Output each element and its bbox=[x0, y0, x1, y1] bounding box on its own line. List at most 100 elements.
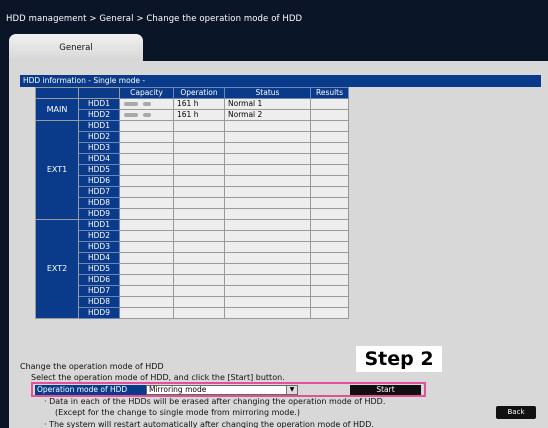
capacity-cell bbox=[119, 230, 174, 242]
results-cell bbox=[310, 98, 349, 110]
status-cell bbox=[224, 241, 311, 253]
table-row: EXT2 HDD1 bbox=[35, 219, 349, 319]
table-row: HDD3 bbox=[36, 142, 349, 154]
table-row: EXT1 HDD1 bbox=[35, 120, 349, 220]
results-cell bbox=[310, 219, 349, 231]
results-cell bbox=[310, 153, 349, 165]
status-cell bbox=[224, 296, 311, 308]
results-cell bbox=[310, 186, 349, 198]
capacity-cell bbox=[119, 186, 174, 198]
header-spacer bbox=[35, 87, 79, 99]
table-row: HDD2 161 h Normal 2 bbox=[36, 109, 349, 121]
table-row: HDD7 bbox=[36, 285, 349, 297]
operation-mode-select[interactable]: Mirroring mode ▼ bbox=[146, 385, 298, 395]
operation-cell bbox=[173, 164, 225, 176]
results-cell bbox=[310, 142, 349, 154]
table-row: HDD9 bbox=[36, 307, 349, 319]
capacity-cell bbox=[119, 175, 174, 187]
table-header-row: Capacity Operation Status Results bbox=[35, 87, 349, 99]
dropdown-arrow-icon: ▼ bbox=[286, 386, 297, 394]
results-cell bbox=[310, 164, 349, 176]
drive-label: HDD6 bbox=[78, 274, 120, 286]
capacity-cell bbox=[119, 153, 174, 165]
operation-cell bbox=[173, 142, 225, 154]
results-cell bbox=[310, 230, 349, 242]
status-cell bbox=[224, 274, 311, 286]
capacity-cell bbox=[119, 307, 174, 319]
drive-label: HDD7 bbox=[78, 186, 120, 198]
capacity-redacted bbox=[124, 112, 138, 117]
drive-label: HDD9 bbox=[78, 208, 120, 220]
results-cell bbox=[310, 175, 349, 187]
status-cell bbox=[224, 164, 311, 176]
results-cell bbox=[310, 241, 349, 253]
note-1: · Data in each of the HDDs will be erase… bbox=[44, 397, 386, 406]
table-row: HDD8 bbox=[36, 197, 349, 209]
capacity-cell bbox=[119, 164, 174, 176]
change-title: Change the operation mode of HDD bbox=[20, 362, 164, 371]
operation-cell bbox=[173, 131, 225, 143]
capacity-cell bbox=[119, 274, 174, 286]
status-cell bbox=[224, 219, 311, 231]
capacity-cell bbox=[119, 120, 174, 132]
note-2: (Except for the change to single mode fr… bbox=[55, 408, 300, 417]
group-label: EXT2 bbox=[35, 219, 79, 319]
drive-label: HDD3 bbox=[78, 142, 120, 154]
capacity-redacted bbox=[124, 101, 138, 106]
capacity-cell bbox=[119, 252, 174, 264]
capacity-cell bbox=[119, 241, 174, 253]
status-cell bbox=[224, 120, 311, 132]
capacity-cell bbox=[119, 285, 174, 297]
back-button[interactable]: Back bbox=[496, 406, 536, 419]
operation-cell: 161 h bbox=[173, 98, 225, 110]
drive-label: HDD5 bbox=[78, 164, 120, 176]
capacity-cell bbox=[119, 131, 174, 143]
operation-cell bbox=[173, 175, 225, 187]
status-cell: Normal 1 bbox=[224, 98, 311, 110]
capacity-redacted bbox=[143, 101, 151, 106]
drive-label: HDD6 bbox=[78, 175, 120, 187]
results-cell bbox=[310, 274, 349, 286]
tab-general[interactable]: General bbox=[9, 34, 143, 61]
operation-cell bbox=[173, 241, 225, 253]
capacity-cell bbox=[119, 219, 174, 231]
drive-label: HDD5 bbox=[78, 263, 120, 275]
header-spacer bbox=[78, 87, 120, 99]
capacity-cell bbox=[119, 142, 174, 154]
drive-label: HDD8 bbox=[78, 197, 120, 209]
operation-cell bbox=[173, 296, 225, 308]
status-cell bbox=[224, 186, 311, 198]
results-cell bbox=[310, 296, 349, 308]
results-cell bbox=[310, 285, 349, 297]
status-cell bbox=[224, 307, 311, 319]
table-row: HDD4 bbox=[36, 153, 349, 165]
operation-cell bbox=[173, 153, 225, 165]
start-button[interactable]: Start bbox=[350, 385, 421, 395]
operation-cell bbox=[173, 285, 225, 297]
operation-cell bbox=[173, 219, 225, 231]
drive-label: HDD1 bbox=[78, 98, 120, 110]
capacity-cell bbox=[119, 197, 174, 209]
table-row: HDD2 bbox=[36, 230, 349, 242]
table-row: HDD3 bbox=[36, 241, 349, 253]
status-cell bbox=[224, 285, 311, 297]
operation-cell bbox=[173, 274, 225, 286]
header-results: Results bbox=[310, 87, 349, 99]
status-cell: Normal 2 bbox=[224, 109, 311, 121]
capacity-cell bbox=[119, 98, 174, 110]
select-instruction: Select the operation mode of HDD, and cl… bbox=[31, 373, 285, 382]
header-status: Status bbox=[224, 87, 311, 99]
operation-mode-label: Operation mode of HDD bbox=[35, 385, 146, 395]
operation-cell bbox=[173, 186, 225, 198]
operation-cell bbox=[173, 263, 225, 275]
operation-cell bbox=[173, 307, 225, 319]
operation-cell bbox=[173, 230, 225, 242]
status-cell bbox=[224, 230, 311, 242]
results-cell bbox=[310, 307, 349, 319]
table-row: HDD8 bbox=[36, 296, 349, 308]
operation-cell bbox=[173, 208, 225, 220]
status-cell bbox=[224, 153, 311, 165]
group-label: EXT1 bbox=[35, 120, 79, 220]
table-row: MAIN HDD1 161 h Normal 1 bbox=[35, 98, 349, 121]
status-cell bbox=[224, 197, 311, 209]
